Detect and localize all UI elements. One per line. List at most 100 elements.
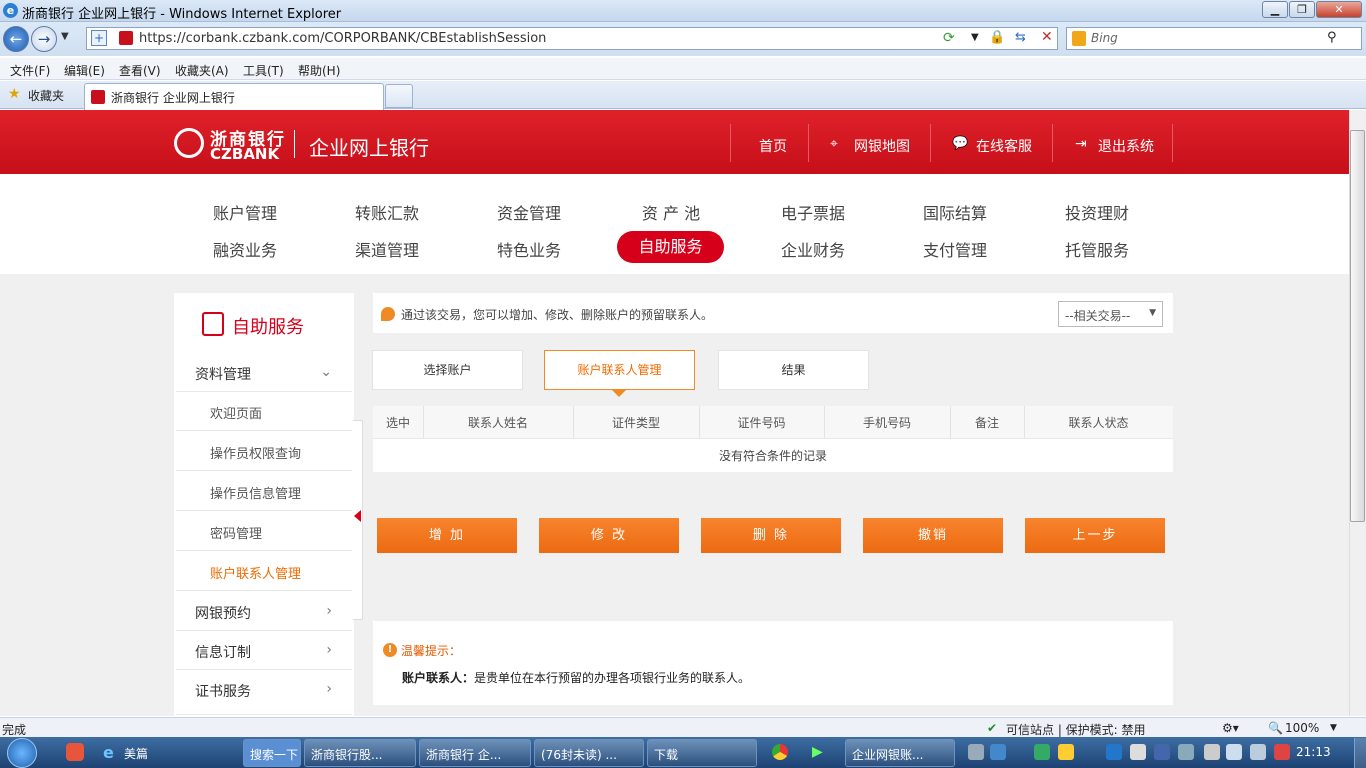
tray-app3-icon[interactable] [1130,744,1146,760]
app-pinned-icon[interactable] [66,743,84,761]
info-text: 通过该交易，您可以增加、修改、删除账户的预留联系人。 [401,308,714,322]
taskbar-item-czbank1[interactable]: 浙商银行股... [304,739,416,767]
refresh-green-icon[interactable]: ⟳ [943,30,955,46]
menu-edit[interactable]: 编辑(E) [64,62,105,79]
nav-special[interactable]: 特色业务 [474,237,584,261]
help-icon[interactable] [990,744,1006,760]
lock-icon[interactable]: 🔒 [989,30,1005,45]
signal-icon[interactable] [1250,744,1266,760]
sidebar-item-welcome[interactable]: 欢迎页面 [176,393,352,431]
sidebar-group-subscription[interactable]: 信息订制 › [176,632,352,670]
nav-asset-pool[interactable]: 资 产 池 [616,200,726,224]
flag-icon[interactable] [1274,744,1290,760]
taskbar-item-download[interactable]: 下载 [647,739,757,767]
menu-favorites[interactable]: 收藏夹(A) [175,62,229,79]
minimize-button[interactable]: ▁ [1262,1,1288,18]
browser-tab-active[interactable]: 浙商银行 企业网上银行 [84,83,384,110]
online-service-link[interactable]: 在线客服 [976,136,1032,156]
forward-button[interactable]: → [31,26,57,52]
back-button[interactable]: ← [3,26,29,52]
sidebar-group-online-booking[interactable]: 网银预约 › [176,593,352,631]
taskbar-item-corp-bank[interactable]: 企业网银账... [845,739,955,767]
nav-intl-settlement[interactable]: 国际结算 [900,200,1010,224]
security-settings-icon[interactable]: ⚙▾ [1222,721,1239,735]
sidebar-group-data-mgmt[interactable]: 资料管理 ⌄ [176,354,352,392]
zoom-dropdown-icon[interactable]: ▼ [1330,723,1337,733]
site-map-link[interactable]: 网银地图 [854,136,910,156]
step-label: 选择账户 [423,363,472,377]
bluetooth-icon[interactable] [1154,744,1170,760]
url-text: https://corbank.czbank.com/CORPORBANK/CB… [139,31,547,46]
logout-link[interactable]: 退出系统 [1098,136,1154,156]
nav-corporate-finance[interactable]: 企业财务 [758,237,868,261]
tray-app2-icon[interactable] [1058,744,1074,760]
nav-account-mgmt[interactable]: 账户管理 [190,200,300,224]
address-dropdown-icon[interactable]: ▼ [971,32,979,43]
ie-taskbar-icon[interactable]: e [103,743,114,762]
start-button[interactable] [2,737,44,768]
site-favicon-icon [119,31,133,45]
taskbar-clock[interactable]: 21:13 [1296,745,1331,759]
zoom-level[interactable]: 100% [1285,721,1319,735]
nav-investment[interactable]: 投资理财 [1042,200,1152,224]
zone-text[interactable]: 可信站点 | 保护模式: 禁用 [1006,721,1146,738]
sidebar-item-label: 账户联系人管理 [210,567,302,582]
search-box[interactable]: Bing ⚲ [1066,27,1362,50]
nav-self-service[interactable]: 自助服务 [617,231,724,263]
sidebar-item-account-contacts[interactable]: 账户联系人管理 [176,553,352,591]
sidebar-group-label: 信息订制 [195,645,251,661]
modify-button[interactable]: 修 改 [539,518,679,553]
logout-icon: ⇥ [1075,136,1087,152]
scrollbar-thumb[interactable] [1350,130,1365,522]
delete-button[interactable]: 删 除 [701,518,841,553]
favorites-label[interactable]: 收藏夹 [28,87,64,104]
taskbar-item-mail[interactable]: (76封未读) ... [534,739,644,767]
compatibility-icon[interactable]: + [91,30,107,46]
step-select-account: 选择账户 [372,350,523,390]
nav-channel-mgmt[interactable]: 渠道管理 [332,237,442,261]
revoke-button[interactable]: 撤销 [863,518,1003,553]
tray-audio-icon[interactable] [1106,744,1122,760]
nav-payment-mgmt[interactable]: 支付管理 [900,237,1010,261]
maximize-button[interactable]: ❐ [1289,1,1315,18]
taskbar-search[interactable]: 搜索一下 [243,739,301,767]
address-bar[interactable]: + https://corbank.czbank.com/CORPORBANK/… [86,27,1058,50]
menu-help[interactable]: 帮助(H) [298,62,340,79]
media-player-icon[interactable]: ▶ [812,744,823,760]
menu-tools[interactable]: 工具(T) [243,62,284,79]
sidebar-group-certificates[interactable]: 证书服务 › [176,671,352,715]
close-button[interactable]: ✕ [1316,1,1362,18]
home-link[interactable]: 首页 [759,136,787,156]
stop-icon[interactable]: ✕ [1041,29,1053,45]
nav-financing[interactable]: 融资业务 [190,237,300,261]
taskbar-item-czbank2[interactable]: 浙商银行 企... [419,739,531,767]
sidebar-item-label: 操作员权限查询 [210,447,302,462]
select-value: --相关交易-- [1065,309,1131,323]
chrome-icon[interactable] [772,744,788,760]
volume-icon[interactable] [1226,744,1242,760]
compat-view-icon[interactable]: ⇆ [1015,30,1026,45]
nav-funds[interactable]: 资金管理 [474,200,584,224]
sidebar-item-operator-rights[interactable]: 操作员权限查询 [176,433,352,471]
nav-transfer[interactable]: 转账汇款 [332,200,442,224]
sidebar-item-password[interactable]: 密码管理 [176,513,352,551]
tray-app-icon[interactable] [1034,744,1050,760]
add-button[interactable]: 增 加 [377,518,517,553]
keyboard-icon[interactable] [968,744,984,760]
previous-step-button[interactable]: 上一步 [1025,518,1165,553]
nav-custody[interactable]: 托管服务 [1042,237,1152,261]
sidebar-collapse-arrow-icon[interactable] [354,510,361,522]
new-tab-button[interactable] [385,84,413,108]
taskbar-label-meipian[interactable]: 美篇 [124,745,148,762]
search-icon[interactable]: ⚲ [1327,30,1337,45]
menu-file[interactable]: 文件(F) [10,62,50,79]
related-transactions-select[interactable]: --相关交易-- ▼ [1058,301,1163,327]
network-icon[interactable] [1178,744,1194,760]
menu-view[interactable]: 查看(V) [119,62,161,79]
favorites-star-icon[interactable]: ★ [8,86,21,102]
nav-e-bills[interactable]: 电子票据 [758,200,868,224]
battery-icon[interactable] [1204,744,1220,760]
history-dropdown-icon[interactable]: ▼ [61,31,69,42]
show-desktop-button[interactable] [1354,738,1366,768]
sidebar-item-operator-info[interactable]: 操作员信息管理 [176,473,352,511]
